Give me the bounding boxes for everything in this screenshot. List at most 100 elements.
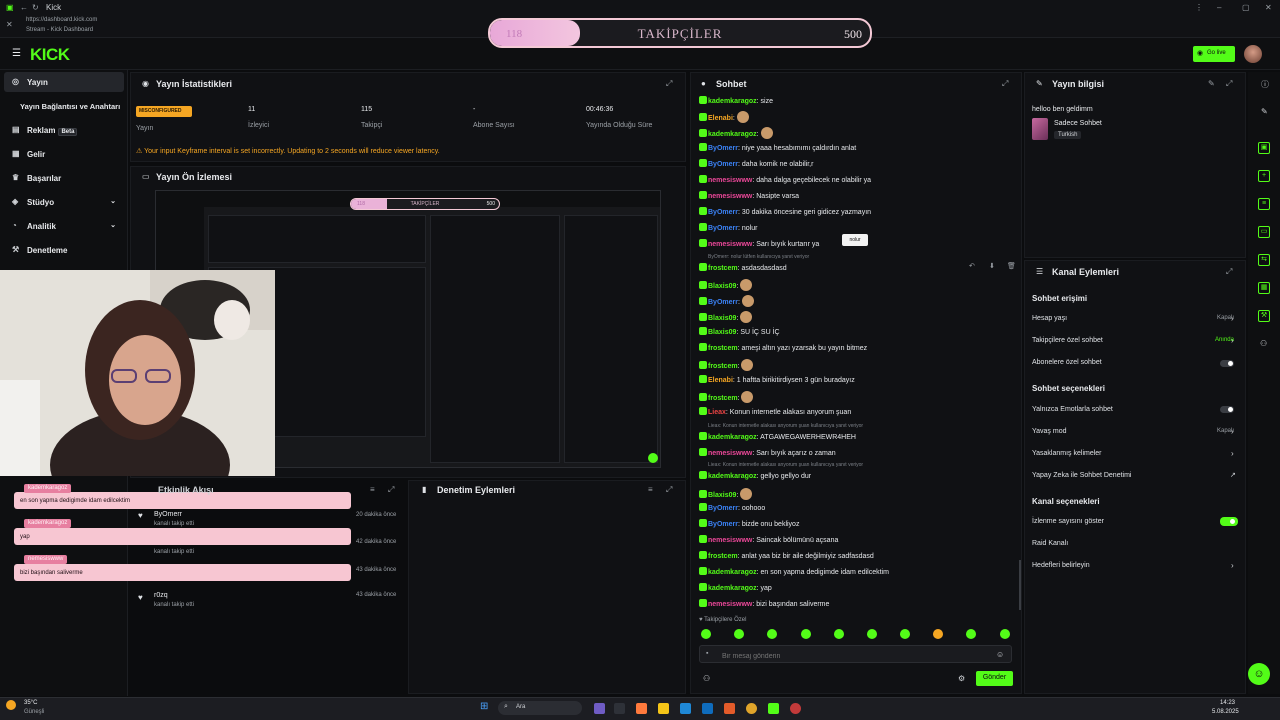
file-explorer-icon[interactable] — [658, 703, 669, 714]
close-tab-icon[interactable]: ✕ — [6, 20, 13, 29]
draw-icon[interactable]: ✎ — [1261, 107, 1268, 116]
chat-username[interactable]: frostcem — [708, 265, 738, 272]
chat-message[interactable]: Blaxis09: — [699, 311, 1019, 327]
emote-button[interactable] — [734, 629, 744, 639]
maximize-icon[interactable]: ▢ — [1242, 3, 1250, 12]
chat-username[interactable]: ByOmerr — [708, 299, 738, 306]
chat-message[interactable]: nemesiswww: Nasipte varsa — [699, 191, 1019, 207]
info-icon[interactable]: ⓘ — [1261, 79, 1269, 90]
chat-username[interactable]: ByOmerr — [708, 225, 738, 232]
chat-username[interactable]: frostcem — [708, 363, 738, 370]
rail-chat-icon[interactable]: ▭ — [1258, 226, 1270, 238]
rail-share-icon[interactable]: ⇆ — [1258, 254, 1270, 266]
hamburger-menu-icon[interactable]: ☰ — [12, 48, 21, 59]
chat-username[interactable]: Elenabi — [708, 115, 733, 122]
category-name[interactable]: Sadece Sohbet — [1054, 120, 1102, 127]
emote-only-toggle[interactable] — [1220, 406, 1234, 413]
rail-plus-icon[interactable]: + — [1258, 170, 1270, 182]
reply-icon[interactable]: ↶ — [969, 262, 975, 270]
rail-more-icon[interactable]: ⚇ — [1260, 339, 1267, 348]
chat-message[interactable]: kademkaragoz: gellyo gellyo dur — [699, 471, 1019, 487]
kick-logo[interactable]: KICK — [30, 45, 70, 65]
rail-grid-icon[interactable]: ▦ — [1258, 282, 1270, 294]
app-icon[interactable] — [636, 703, 647, 714]
chat-username[interactable]: Blaxis09 — [708, 329, 736, 336]
activity-name[interactable]: ByOmerr — [154, 511, 182, 518]
show-viewers-toggle[interactable] — [1220, 517, 1238, 526]
send-button[interactable]: Gönder — [976, 671, 1013, 686]
chat-message[interactable]: kademkaragoz: en son yapma dedigimde ida… — [699, 567, 1019, 583]
chat-message[interactable]: nemesiswww: bizi başından saliverme — [699, 599, 1019, 615]
chat-username[interactable]: nemesiswww — [708, 177, 752, 184]
chat-username[interactable]: ByOmerr — [708, 505, 738, 512]
sidebar-item-yayin[interactable]: ◎ Yayın — [4, 72, 124, 92]
chat-message[interactable]: kademkaragoz: yap — [699, 583, 1019, 599]
emote-button[interactable] — [767, 629, 777, 639]
sidebar-item-denetleme[interactable]: ⚒ Denetleme — [4, 240, 124, 260]
rail-list-icon[interactable]: ≡ — [1258, 198, 1270, 210]
chat-username[interactable]: nemesiswww — [708, 241, 752, 248]
sidebar-item-reklam[interactable]: ▤ Reklam Beta — [4, 120, 124, 140]
emote-button[interactable] — [900, 629, 910, 639]
chat-message[interactable]: frostcem: anlat yaa biz bir aile değilmi… — [699, 551, 1019, 567]
sidebar-item-studyo[interactable]: ◈ Stüdyo ⌄ — [4, 192, 124, 212]
delete-icon[interactable]: 🗑 — [1007, 262, 1016, 270]
expand-icon[interactable]: ⤢ — [1226, 267, 1232, 277]
popout-icon[interactable]: ⤢ — [1002, 79, 1008, 89]
setting-banned-words[interactable]: Yasaklanmış kelimeler — [1032, 450, 1240, 464]
sidebar-item-gelir[interactable]: ▦ Gelir — [4, 144, 124, 164]
emote-button[interactable] — [933, 629, 943, 639]
chat-message[interactable]: frostcem: ameşi altın yazı yzarsak bu ya… — [699, 343, 1019, 359]
sidebar-item-stream-key[interactable]: Yayın Bağlantısı ve Anahtarı — [4, 96, 124, 116]
setting-followers-only[interactable]: Takipçilere özel sohbet Anında — [1032, 337, 1240, 351]
chat-username[interactable]: frostcem — [708, 395, 738, 402]
chat-username[interactable]: kademkaragoz — [708, 131, 757, 138]
subscribers-only-toggle[interactable] — [1220, 360, 1234, 367]
address-bar[interactable]: https://dashboard.kick.com — [26, 17, 97, 23]
minimize-icon[interactable]: – — [1217, 3, 1221, 12]
chat-message[interactable]: kademkaragoz: ATGAWEGAWERHEWR4HEH — [699, 432, 1019, 448]
chat-message[interactable]: Elenabi: 1 haftta birikitirdiysen 3 gün … — [699, 375, 1019, 391]
chat-username[interactable]: nemesiswww — [708, 537, 752, 544]
chat-message[interactable]: Blaxis09: — [699, 488, 1019, 504]
taskbar-search[interactable] — [498, 701, 582, 715]
chat-message[interactable]: ByOmerr: niye yaaa hesabımımı çaldırdın … — [699, 143, 1019, 159]
chat-message[interactable]: ByOmerr: — [699, 295, 1019, 311]
chat-tools-icon[interactable]: ⚇ — [703, 674, 710, 683]
expand-icon[interactable]: ⤢ — [1226, 79, 1232, 89]
support-chat-icon[interactable]: ☺ — [1248, 663, 1270, 685]
chat-username[interactable]: ByOmerr — [708, 521, 738, 528]
kick-app-icon[interactable] — [768, 703, 779, 714]
setting-raid-channel[interactable]: Raid Kanalı — [1032, 540, 1240, 554]
chat-username[interactable]: frostcem — [708, 345, 738, 352]
rail-tool-icon[interactable]: ⚒ — [1258, 310, 1270, 322]
chat-message[interactable]: Blaxis09: SU İÇ SU İÇ — [699, 327, 1019, 343]
expand-icon[interactable]: ⤢ — [666, 79, 672, 89]
emoji-picker-icon[interactable]: ☺ — [996, 650, 1004, 659]
setting-ai-moderation[interactable]: Yapay Zeka ile Sohbet Denetimi — [1032, 472, 1240, 486]
emote-button[interactable] — [966, 629, 976, 639]
chat-message[interactable]: Lieax: Konun internetle alakası anyorum … — [699, 407, 1019, 423]
sidebar-item-analitik[interactable]: ◔ Analitik ⌄ — [4, 216, 124, 236]
chat-username[interactable]: nemesiswww — [708, 450, 752, 457]
filter-icon[interactable]: ≡ — [648, 485, 653, 494]
activity-name[interactable]: r0zq — [154, 592, 168, 599]
user-avatar[interactable] — [1244, 45, 1262, 63]
pin-icon[interactable]: ⬇ — [989, 262, 995, 270]
chat-username[interactable]: ByOmerr — [708, 161, 738, 168]
emote-button[interactable] — [801, 629, 811, 639]
chat-message[interactable]: Blaxis09: — [699, 279, 1019, 295]
obs-icon[interactable] — [790, 703, 801, 714]
chat-username[interactable]: Blaxis09 — [708, 283, 736, 290]
category-thumbnail[interactable] — [1032, 118, 1048, 140]
chrome-icon[interactable] — [746, 703, 757, 714]
chat-message[interactable]: ByOmerr: bizde onu bekliyoz — [699, 519, 1019, 535]
back-icon[interactable]: ← — [20, 3, 28, 12]
expand-icon[interactable]: ⤢ — [666, 485, 672, 495]
emote-button[interactable] — [867, 629, 877, 639]
chat-username[interactable]: ByOmerr — [708, 145, 738, 152]
chat-scrollbar[interactable] — [1019, 560, 1021, 610]
chat-message[interactable]: nemesiswww: Saincak bölümünü açsana — [699, 535, 1019, 551]
setting-account-age[interactable]: Hesap yaşı Kapalı — [1032, 315, 1240, 329]
clock-time[interactable]: 14:23 — [1220, 700, 1235, 706]
